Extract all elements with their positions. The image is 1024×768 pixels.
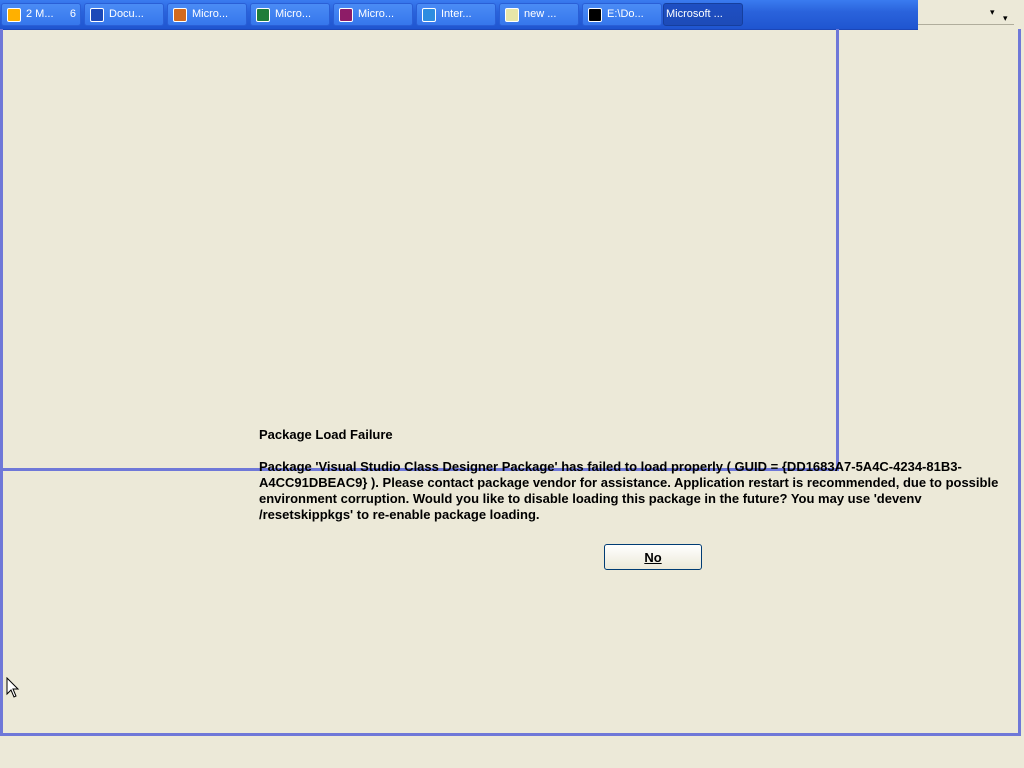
taskbar-button-label: Microsoft ... <box>666 8 723 20</box>
excel-icon <box>256 8 270 22</box>
mouse-pointer-icon <box>6 677 20 698</box>
dropdown-arrow-icon: ▾ <box>1003 13 1008 23</box>
dropdown-arrow-icon[interactable]: ▾ <box>990 7 995 18</box>
taskbar-button-label: new ... <box>524 8 557 20</box>
taskbar-button[interactable]: Inter... <box>416 3 496 26</box>
dialog-title: Package Load Failure <box>259 427 393 442</box>
taskbar-button[interactable]: Docu... <box>84 3 164 26</box>
publisher-icon <box>339 8 353 22</box>
taskbar-button[interactable]: Micro... <box>167 3 247 26</box>
taskbar-button-label: Inter... <box>441 8 472 20</box>
taskbar-button-label: Micro... <box>275 8 312 20</box>
powerpoint-icon <box>173 8 187 22</box>
taskbar-group-count: 6 <box>69 8 76 20</box>
taskbar-button[interactable]: Micro... <box>333 3 413 26</box>
command-prompt-icon <box>588 8 602 22</box>
notepad-icon <box>505 8 519 22</box>
taskbar-button[interactable]: Micro... <box>250 3 330 26</box>
word-icon <box>90 8 104 22</box>
window-group-icon <box>7 8 21 22</box>
taskbar-button[interactable]: 2 M... 6 <box>1 3 81 26</box>
taskbar-button-label: Docu... <box>109 8 144 20</box>
taskbar: 2 M... 6 Docu... Micro... Micro... Micro... In… <box>0 0 918 30</box>
dialog-message: Package 'Visual Studio Class Designer Pa… <box>259 459 999 522</box>
internet-explorer-icon <box>422 8 436 22</box>
taskbar-button-label: Micro... <box>192 8 229 20</box>
inner-window-frame <box>0 29 839 471</box>
taskbar-button[interactable]: Microsoft ... <box>663 3 743 26</box>
taskbar-button-label: E:\Do... <box>607 8 644 20</box>
taskbar-button-label: Micro... <box>358 8 395 20</box>
no-button[interactable]: No <box>604 544 702 570</box>
taskbar-button[interactable]: E:\Do... <box>582 3 662 26</box>
taskbar-button-label: 2 M... <box>26 8 54 20</box>
divider <box>918 24 1014 25</box>
taskbar-button[interactable]: new ... <box>499 3 579 26</box>
